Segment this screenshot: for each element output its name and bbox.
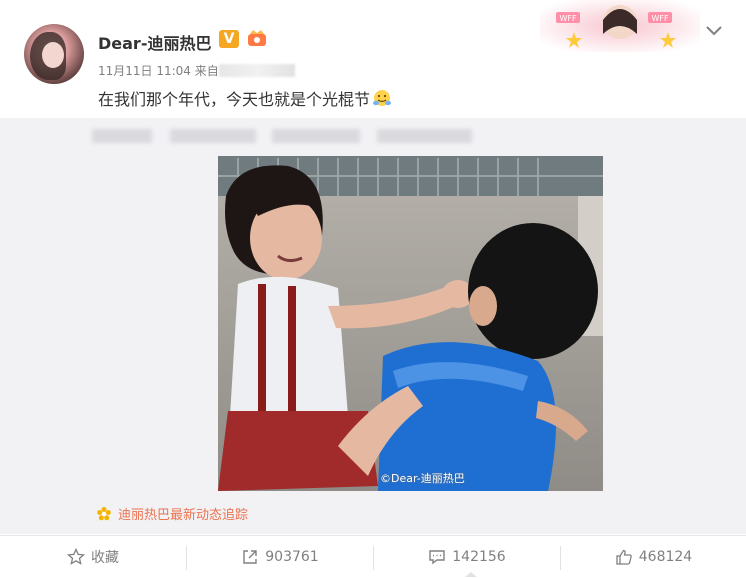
- star-icon: [67, 548, 85, 565]
- banner-badge-left: WFF: [559, 14, 577, 23]
- weibo-post-card: Dear-迪丽热巴 V 11月11日 11:04 来自 在我们那个年代，今天也就…: [0, 0, 746, 578]
- repost-button[interactable]: 903761: [187, 536, 373, 578]
- action-bar: 收藏 903761 142156 468124: [0, 535, 746, 578]
- post-time[interactable]: 11月11日 11:04: [98, 64, 191, 78]
- blurred-repost-text: [92, 129, 472, 145]
- fan-banner-decoration: WFF WFF: [540, 0, 700, 52]
- post-body: 在我们那个年代，今天也就是个光棍节: [98, 90, 371, 109]
- post-meta: 11月11日 11:04 来自: [98, 62, 295, 79]
- comment-count: 142156: [452, 549, 506, 565]
- post-photo[interactable]: [218, 156, 603, 491]
- banner-badge-right: WFF: [651, 14, 669, 23]
- comment-icon: [429, 550, 445, 565]
- member-crown-icon[interactable]: [246, 28, 268, 50]
- flower-icon: [97, 507, 111, 521]
- topic-tracker-link[interactable]: 迪丽热巴最新动态追踪: [96, 504, 248, 523]
- username[interactable]: Dear-迪丽热巴: [98, 30, 211, 54]
- tracker-label: 迪丽热巴最新动态追踪: [118, 508, 249, 523]
- source-blurred: [218, 64, 295, 77]
- post-text: 在我们那个年代，今天也就是个光棍节: [98, 86, 392, 110]
- like-button[interactable]: 468124: [561, 536, 746, 578]
- thumbs-up-icon: [616, 549, 632, 565]
- like-count: 468124: [638, 549, 693, 565]
- comment-pointer: [465, 572, 477, 577]
- avatar[interactable]: [24, 24, 84, 84]
- hug-emoji-icon: [373, 90, 392, 106]
- verified-badge-icon: V: [219, 30, 239, 48]
- repost-count: 903761: [265, 549, 319, 565]
- favorite-label: 收藏: [91, 550, 119, 566]
- chevron-down-icon[interactable]: [704, 20, 724, 40]
- photo-watermark: ©Dear-迪丽热巴: [380, 472, 465, 485]
- favorite-button[interactable]: 收藏: [0, 536, 186, 578]
- share-icon: [243, 550, 257, 564]
- source-prefix: 来自: [194, 64, 219, 78]
